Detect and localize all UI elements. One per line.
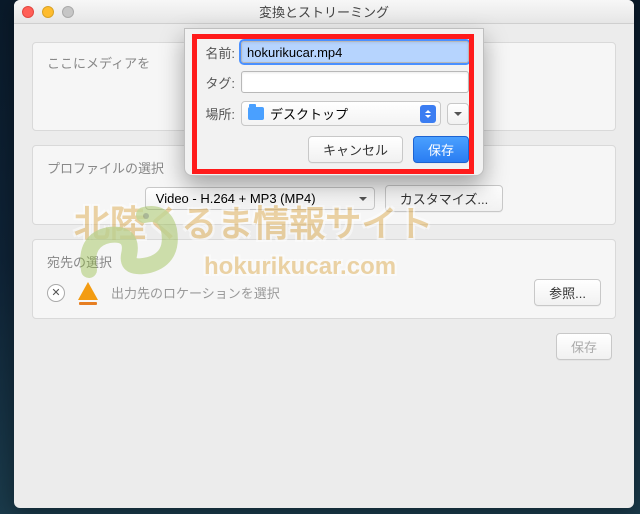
updown-arrows-icon: [420, 105, 436, 123]
tag-label: タグ:: [199, 73, 235, 92]
tag-input[interactable]: [241, 71, 469, 93]
name-label: 名前:: [199, 43, 235, 62]
window-title: 変換とストリーミング: [14, 2, 634, 21]
location-label: 場所:: [199, 104, 235, 123]
profile-select-value: Video - H.264 + MP3 (MP4): [156, 191, 316, 206]
save-button[interactable]: 保存: [413, 136, 469, 163]
clear-destination-button[interactable]: ✕: [47, 284, 65, 302]
save-sheet: 名前: タグ: 場所: デスクトップ キャンセル 保存: [184, 28, 484, 176]
location-value: デスクトップ: [270, 104, 348, 123]
name-input[interactable]: [241, 41, 469, 63]
profile-select[interactable]: Video - H.264 + MP3 (MP4): [145, 187, 375, 210]
browse-button[interactable]: 参照...: [534, 279, 601, 306]
media-drop-hint: ここにメディアを: [47, 53, 150, 72]
main-window: 変換とストリーミング ここにメディアを 20140930145440.m2ts …: [14, 0, 634, 508]
footer: 保存: [32, 333, 616, 360]
titlebar: 変換とストリーミング: [14, 0, 634, 24]
destination-title: 宛先の選択: [47, 252, 601, 271]
customize-button[interactable]: カスタマイズ...: [385, 185, 503, 212]
destination-placeholder: 出力先のロケーションを選択: [111, 283, 524, 302]
expand-sheet-button[interactable]: [447, 103, 469, 125]
location-select[interactable]: デスクトップ: [241, 101, 441, 126]
vlc-cone-icon: [75, 280, 101, 306]
footer-save-button: 保存: [556, 333, 612, 360]
destination-panel: 宛先の選択 ✕ 出力先のロケーションを選択 参照...: [32, 239, 616, 319]
folder-icon: [248, 107, 264, 120]
cancel-button[interactable]: キャンセル: [308, 136, 403, 163]
